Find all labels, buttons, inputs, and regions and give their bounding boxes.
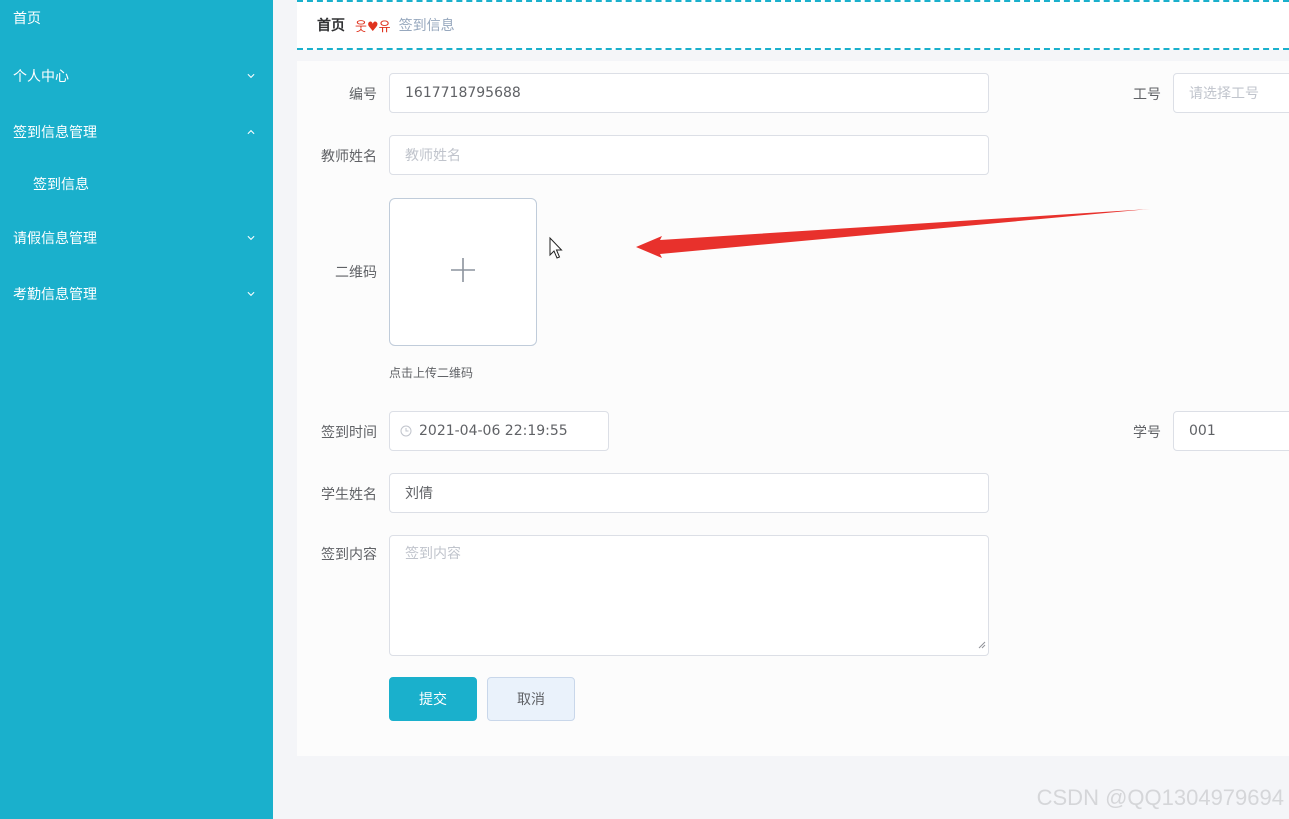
chevron-up-icon	[247, 125, 255, 139]
chevron-down-icon	[247, 287, 255, 301]
teacher-name-field[interactable]: 教师姓名	[389, 135, 989, 175]
breadcrumb-separator: 웃♥유	[355, 16, 391, 35]
sidebar: 首页 个人中心 签到信息管理 签到信息 请假信息管理 考勤信息管理	[0, 0, 273, 819]
chevron-down-icon	[247, 69, 255, 83]
breadcrumb: 首页 웃♥유 签到信息	[297, 0, 1289, 50]
content-label: 签到内容	[321, 547, 377, 563]
student-no-field[interactable]: 001	[1173, 411, 1289, 451]
qrcode-label: 二维码	[335, 265, 377, 281]
sidebar-item-checkin-management[interactable]: 签到信息管理	[0, 112, 273, 152]
clock-icon	[400, 425, 412, 437]
sidebar-item-label: 签到信息	[33, 177, 89, 193]
sidebar-item-label: 签到信息管理	[13, 125, 97, 141]
heart-icon: ♥	[366, 19, 379, 35]
sidebar-item-leave-management[interactable]: 请假信息管理	[0, 218, 273, 258]
student-name-label: 学生姓名	[321, 487, 377, 503]
sidebar-item-label: 个人中心	[13, 69, 69, 85]
content-textarea[interactable]: 签到内容	[389, 535, 989, 656]
teacher-name-label: 教师姓名	[321, 149, 377, 165]
submit-button[interactable]: 提交	[389, 677, 477, 721]
breadcrumb-separator-right: 유	[378, 19, 391, 35]
sidebar-item-personal-center[interactable]: 个人中心	[0, 56, 273, 96]
watermark: CSDN @QQ1304979694	[1036, 785, 1284, 810]
checkin-time-label: 签到时间	[321, 425, 377, 441]
sidebar-item-label: 考勤信息管理	[13, 287, 97, 303]
work-no-label: 工号	[1133, 87, 1161, 103]
upload-tip: 点击上传二维码	[389, 366, 474, 380]
work-no-select[interactable]: 请选择工号	[1173, 73, 1289, 113]
breadcrumb-home[interactable]: 首页	[317, 15, 345, 35]
checkin-time-value: 2021-04-06 22:19:55	[419, 423, 568, 439]
chevron-down-icon	[247, 231, 255, 245]
sidebar-item-home[interactable]: 首页	[0, 0, 273, 38]
breadcrumb-current: 签到信息	[398, 18, 455, 34]
sidebar-item-label: 请假信息管理	[13, 231, 97, 247]
cancel-button[interactable]: 取消	[487, 677, 575, 721]
content-placeholder: 签到内容	[405, 546, 461, 562]
sidebar-item-checkin-info[interactable]: 签到信息	[0, 164, 273, 204]
id-field[interactable]: 1617718795688	[389, 73, 989, 113]
student-no-label: 学号	[1133, 425, 1161, 441]
breadcrumb-separator-left: 웃	[355, 19, 367, 35]
student-name-field[interactable]: 刘倩	[389, 473, 989, 513]
qrcode-upload[interactable]	[389, 198, 537, 346]
id-label: 编号	[349, 87, 377, 103]
sidebar-item-label: 首页	[13, 11, 41, 27]
plus-icon	[450, 257, 476, 287]
checkin-time-picker[interactable]: 2021-04-06 22:19:55	[389, 411, 609, 451]
sidebar-item-attendance-management[interactable]: 考勤信息管理	[0, 274, 273, 314]
resize-grip-icon[interactable]	[978, 637, 986, 653]
